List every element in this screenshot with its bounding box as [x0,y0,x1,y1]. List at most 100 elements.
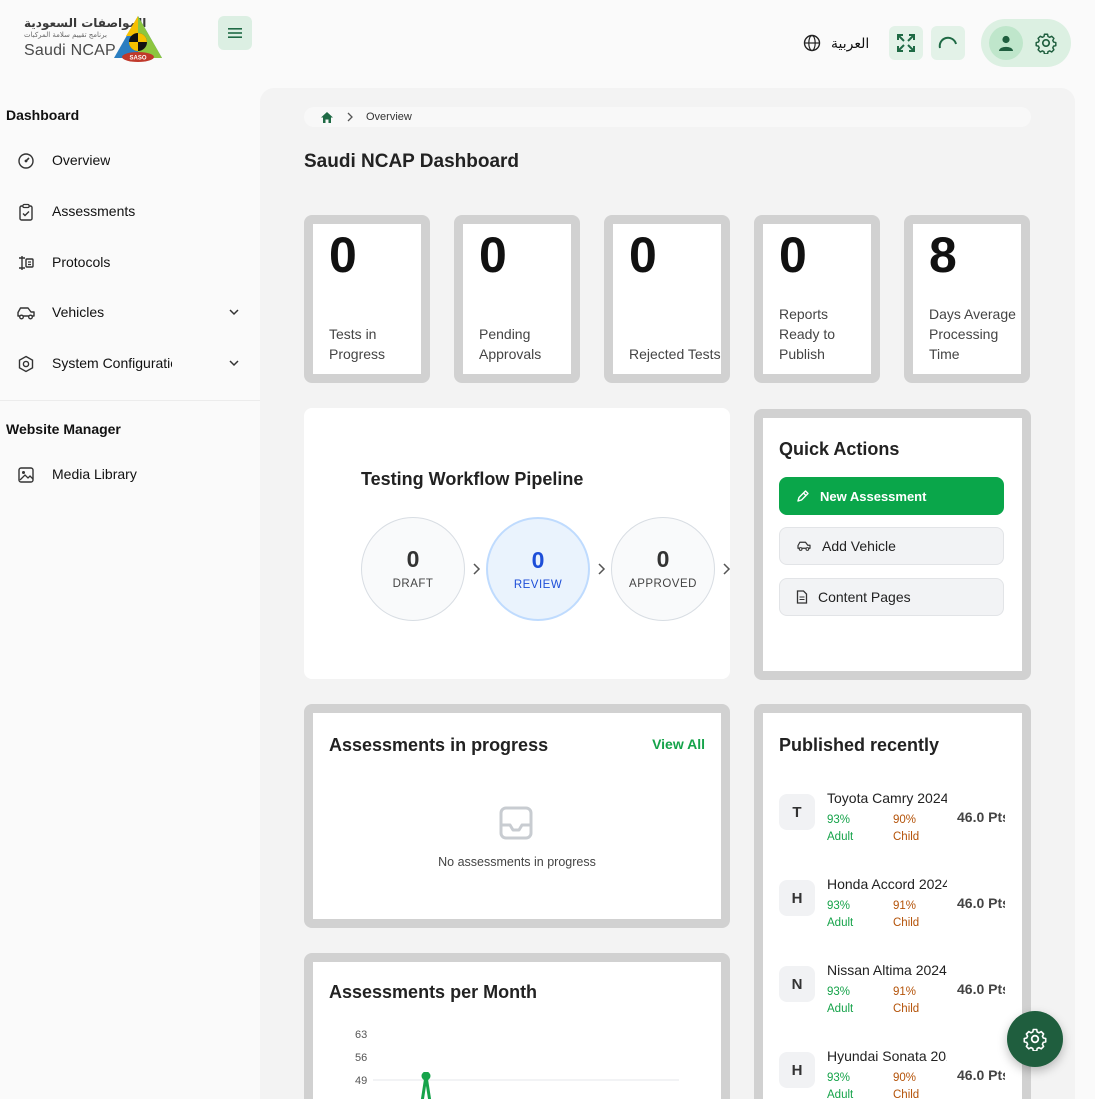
sidebar-item-vehicles[interactable]: Vehicles [0,292,260,332]
stat-label: Pending Approvals [479,326,542,362]
breadcrumb-current: Overview [366,111,412,123]
sidebar-item-label: Vehicles [52,304,105,320]
clipboard-icon [16,202,36,222]
logo-arabic-subtitle: برنامج تقييم سلامة المركبات [24,31,107,39]
fullscreen-button[interactable] [889,26,923,60]
chevron-right-icon [473,563,481,575]
sidebar-item-assessments[interactable]: Assessments [0,191,260,231]
document-icon [796,590,808,604]
total-points: 46.0 Pts [957,809,1005,825]
content-pages-button[interactable]: Content Pages [779,578,1004,616]
stat-value: 0 [779,227,807,283]
stage-count: 0 [406,546,420,572]
vehicle-name: Hyundai Sonata 2024 [827,1048,947,1064]
stage-count: 0 [531,547,545,573]
child-score: 91% Child [893,900,920,929]
vehicle-name: Honda Accord 2024 [827,876,947,892]
vehicle-initial: T [779,794,815,830]
avatar[interactable] [989,26,1023,60]
assessments-in-progress-card: Assessments in progress View All No asse… [304,704,730,928]
list-item[interactable]: N Nissan Altima 2024 93% Adult 91% Child 4… [779,962,1009,1022]
stat-card-reports-ready[interactable]: 0 Reports Ready to Publish [754,215,880,383]
stat-card-rejected-tests[interactable]: 0 Rejected Tests [604,215,730,383]
stage-count: 0 [656,546,670,572]
main-content: Overview Saudi NCAP Dashboard 0 Tests in… [260,88,1075,1099]
vehicle-initial: H [779,880,815,916]
sidebar-item-label: Overview [52,152,111,168]
chevron-right-icon [723,563,731,575]
vehicle-initial: N [779,966,815,1002]
fullscreen-icon [897,34,915,52]
sidebar: Dashboard Overview Assessments Protocols… [0,88,260,1099]
adult-score: 93% Adult [827,814,854,843]
sidebar-divider [0,400,260,401]
stat-card-pending-approvals[interactable]: 0 Pending Approvals [454,215,580,383]
theme-icon [938,36,957,49]
inbox-icon [499,806,533,840]
sidebar-item-label: Media Library [52,466,137,482]
child-score: 90% Child [893,814,920,843]
list-item[interactable]: T Toyota Camry 2024 93% Adult 90% Child 46… [779,790,1009,850]
menu-toggle-button[interactable] [218,16,252,50]
saudi-ncap-logo[interactable]: المواصفات السعودية برنامج تقييم سلامة ال… [20,12,165,64]
sidebar-item-media-library[interactable]: Media Library [0,454,260,494]
settings-hex-icon [16,354,36,374]
new-assessment-button[interactable]: New Assessment [779,477,1004,515]
floating-settings-button[interactable] [1007,1011,1063,1067]
sidebar-item-system-configuration[interactable]: System Configuration [0,343,260,383]
image-icon [16,465,36,485]
total-points: 46.0 Pts [957,981,1005,997]
total-points: 46.0 Pts [957,1067,1005,1083]
user-menu[interactable] [981,19,1071,67]
home-icon[interactable] [320,111,334,124]
breadcrumb: Overview [304,107,1031,127]
child-score: 90% Child [893,1072,920,1099]
y-tick-label: 49 [355,1075,368,1087]
stat-card-avg-processing-time[interactable]: 8 Days Average Processing Time [904,215,1030,383]
top-header: المواصفات السعودية برنامج تقييم سلامة ال… [0,0,1095,88]
theme-toggle-button[interactable] [931,26,965,60]
chevron-down-icon [229,309,239,316]
gauge-icon [16,151,36,171]
adult-score: 93% Adult [827,1072,854,1099]
list-item[interactable]: H Hyundai Sonata 2024 93%Adult 90%Child … [779,1048,1009,1099]
button-label: Add Vehicle [822,538,896,554]
car-icon [16,303,36,323]
stage-label: APPROVED [629,578,697,590]
chevron-right-icon [347,112,353,122]
stage-label: DRAFT [392,578,434,590]
pipeline-stage-draft[interactable]: 0 DRAFT [361,517,465,621]
button-label: New Assessment [820,488,927,504]
chart-plot-area [373,1072,679,1099]
view-all-link[interactable]: View All [652,736,705,752]
sidebar-item-label: Protocols [52,254,111,270]
sidebar-item-overview[interactable]: Overview [0,140,260,180]
chevron-down-icon [229,360,239,367]
sidebar-item-label: System Configuration [52,355,172,371]
stat-value: 8 [929,227,957,283]
pipeline-stage-approved[interactable]: 0 APPROVED [611,517,715,621]
child-score: 91% Child [893,986,920,1015]
stat-value: 0 [479,227,507,283]
adult-score: 93% Adult [827,986,854,1015]
stat-card-tests-in-progress[interactable]: 0 Tests in Progress [304,215,430,383]
sidebar-item-protocols[interactable]: Protocols [0,242,260,282]
stat-value: 0 [329,227,357,283]
language-label: العربية [831,34,870,51]
logo-english-name: Saudi NCAP [24,42,116,59]
stat-label: Reports Ready to Publish [779,306,836,362]
add-vehicle-button[interactable]: Add Vehicle [779,527,1004,565]
pipeline-stage-review[interactable]: 0 REVIEW [486,517,590,621]
empty-state-text: No assessments in progress [438,855,596,869]
quick-actions-title: Quick Actions [779,439,900,459]
list-item[interactable]: H Honda Accord 2024 93% Adult 91% Child 46… [779,876,1009,936]
car-icon [797,541,811,551]
gear-icon[interactable] [1035,32,1057,54]
language-switcher[interactable]: العربية [803,32,869,54]
pipeline-title: Testing Workflow Pipeline [361,469,584,489]
gear-icon [1023,1028,1047,1051]
stat-value: 0 [629,227,657,283]
stat-label: Tests in Progress [329,326,386,362]
total-points: 46.0 Pts [957,895,1005,911]
user-icon [999,35,1013,51]
